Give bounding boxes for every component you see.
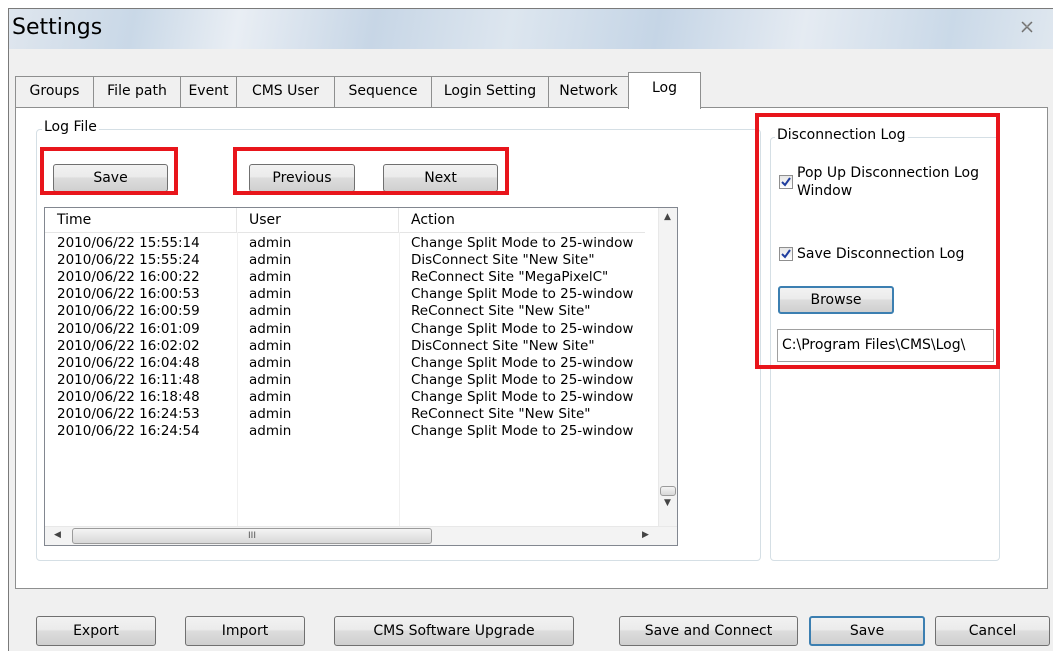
log-cell-action: ReConnect Site "New Site" xyxy=(411,406,591,422)
column-divider xyxy=(237,232,238,527)
log-cell-user: admin xyxy=(249,423,292,440)
column-divider xyxy=(399,232,400,527)
table-row[interactable]: 2010/06/22 16:00:53 admin Change Split Mod… xyxy=(45,286,645,303)
log-cell-time: 2010/06/22 16:11:48 xyxy=(57,371,200,388)
log-cell-action: Change Split Mode to 25-window xyxy=(411,388,634,405)
log-cell-time: 2010/06/22 16:00:59 xyxy=(57,303,200,320)
log-cell-time: 2010/06/22 16:18:48 xyxy=(57,388,200,405)
log-cell-action: DisConnect Site "New Site" xyxy=(411,252,595,269)
log-cell-time: 2010/06/22 16:01:09 xyxy=(57,320,200,337)
table-row[interactable]: 2010/06/22 16:00:59 admin ReConnect Site "… xyxy=(45,303,645,320)
table-row[interactable]: 2010/06/22 16:01:09 admin Change Split Mod… xyxy=(45,321,645,338)
cms-software-upgrade-button[interactable]: CMS Software Upgrade xyxy=(334,616,574,646)
log-cell-user: admin xyxy=(249,252,292,269)
log-cell-time: 2010/06/22 16:00:53 xyxy=(57,286,200,303)
log-cell-user: admin xyxy=(249,235,292,251)
disconnection-log-group: Disconnection Log Pop Up Disconnection L… xyxy=(770,127,1000,561)
log-cell-user: admin xyxy=(249,269,292,286)
column-header-user[interactable]: User xyxy=(237,208,399,232)
log-cell-action: DisConnect Site "New Site" xyxy=(411,337,595,354)
cancel-button[interactable]: Cancel xyxy=(935,616,1050,646)
tab-cms-user[interactable]: CMS User xyxy=(236,76,335,108)
log-cell-time: 2010/06/22 16:24:53 xyxy=(57,406,200,422)
settings-window: Settings Groups File path Event CMS User… xyxy=(8,8,1053,651)
log-cell-action: ReConnect Site "MegaPixelC" xyxy=(411,269,609,286)
log-cell-action: Change Split Mode to 25-window xyxy=(411,286,634,303)
title-bar: Settings xyxy=(9,9,1053,49)
log-cell-action: ReConnect Site "New Site" xyxy=(411,303,591,320)
tab-groups[interactable]: Groups xyxy=(15,76,94,108)
popup-disconnection-checkbox[interactable] xyxy=(779,175,793,189)
log-cell-action: Change Split Mode to 25-window xyxy=(411,354,634,371)
log-cell-user: admin xyxy=(249,406,292,422)
log-list-header: Time User Action xyxy=(45,208,645,233)
save-disconnection-label: Save Disconnection Log xyxy=(797,246,965,262)
log-path-field[interactable]: C:\Program Files\CMS\Log\ xyxy=(777,329,994,362)
scroll-down-icon[interactable]: ▼ xyxy=(664,498,671,508)
log-cell-time: 2010/06/22 16:04:48 xyxy=(57,354,200,371)
log-cell-action: Change Split Mode to 25-window xyxy=(411,320,634,337)
log-save-button[interactable]: Save xyxy=(53,164,168,192)
save-button[interactable]: Save xyxy=(809,616,925,646)
log-cell-action: Change Split Mode to 25-window xyxy=(411,371,634,388)
log-cell-time: 2010/06/22 16:00:22 xyxy=(57,269,200,286)
save-and-connect-button[interactable]: Save and Connect xyxy=(619,616,798,646)
table-row[interactable]: 2010/06/22 16:24:54 admin Change Split Mod… xyxy=(45,423,645,440)
log-cell-user: admin xyxy=(249,303,292,320)
save-disconnection-checkbox[interactable] xyxy=(779,247,793,261)
export-button[interactable]: Export xyxy=(36,616,156,646)
table-row[interactable]: 2010/06/22 16:24:53 admin ReConnect Site "… xyxy=(45,406,645,423)
disconnection-log-legend: Disconnection Log xyxy=(775,127,908,143)
tab-network[interactable]: Network xyxy=(548,76,629,108)
scroll-up-icon[interactable]: ▲ xyxy=(664,212,671,222)
table-row[interactable]: 2010/06/22 15:55:24 admin DisConnect Site … xyxy=(45,252,645,269)
log-file-group: Log File Save Previous Next Time User Ac… xyxy=(36,119,761,561)
log-cell-action: Change Split Mode to 25-window xyxy=(411,423,634,440)
column-header-time[interactable]: Time xyxy=(45,208,237,232)
vertical-scrollbar[interactable]: ▲ ▼ xyxy=(658,208,677,527)
previous-button[interactable]: Previous xyxy=(249,164,355,192)
popup-disconnection-label: Pop Up Disconnection Log Window xyxy=(797,165,979,199)
tab-sequence[interactable]: Sequence xyxy=(334,76,432,108)
tab-log[interactable]: Log xyxy=(628,72,701,109)
log-cell-time: 2010/06/22 16:24:54 xyxy=(57,423,200,440)
table-row[interactable]: 2010/06/22 16:02:02 admin DisConnect Site … xyxy=(45,338,645,355)
horizontal-scroll-thumb[interactable]: III xyxy=(72,528,432,544)
tab-file-path[interactable]: File path xyxy=(93,76,181,108)
next-button[interactable]: Next xyxy=(383,164,498,192)
close-icon[interactable] xyxy=(1019,19,1035,35)
log-tab-panel: Log File Save Previous Next Time User Ac… xyxy=(15,107,1048,589)
log-cell-user: admin xyxy=(249,371,292,388)
browse-button[interactable]: Browse xyxy=(778,286,894,314)
log-list[interactable]: Time User Action 2010/06/22 15:55:14 admi… xyxy=(44,207,678,546)
vertical-scroll-thumb[interactable] xyxy=(660,486,676,496)
scroll-right-icon[interactable]: ▶ xyxy=(642,530,649,540)
log-cell-user: admin xyxy=(249,320,292,337)
log-cell-time: 2010/06/22 15:55:24 xyxy=(57,252,200,269)
log-cell-user: admin xyxy=(249,354,292,371)
log-cell-user: admin xyxy=(249,286,292,303)
scroll-left-icon[interactable]: ◀ xyxy=(54,530,61,540)
log-cell-time: 2010/06/22 16:02:02 xyxy=(57,337,200,354)
window-title: Settings xyxy=(12,15,103,40)
table-row[interactable]: 2010/06/22 15:55:14 admin Change Split Mod… xyxy=(45,235,645,252)
log-cell-user: admin xyxy=(249,337,292,354)
log-cell-user: admin xyxy=(249,388,292,405)
log-cell-time: 2010/06/22 15:55:14 xyxy=(57,235,200,251)
log-cell-action: Change Split Mode to 25-window xyxy=(411,235,634,251)
column-header-action[interactable]: Action xyxy=(399,208,661,232)
table-row[interactable]: 2010/06/22 16:00:22 admin ReConnect Site "… xyxy=(45,269,645,286)
table-row[interactable]: 2010/06/22 16:11:48 admin Change Split Mod… xyxy=(45,372,645,389)
horizontal-scrollbar[interactable]: ◀ III ▶ xyxy=(45,526,677,545)
import-button[interactable]: Import xyxy=(185,616,305,646)
tab-login-setting[interactable]: Login Setting xyxy=(431,76,549,108)
table-row[interactable]: 2010/06/22 16:04:48 admin Change Split Mod… xyxy=(45,355,645,372)
tab-event[interactable]: Event xyxy=(180,76,237,108)
log-file-legend: Log File xyxy=(42,119,99,135)
table-row[interactable]: 2010/06/22 16:18:48 admin Change Split Mod… xyxy=(45,389,645,406)
